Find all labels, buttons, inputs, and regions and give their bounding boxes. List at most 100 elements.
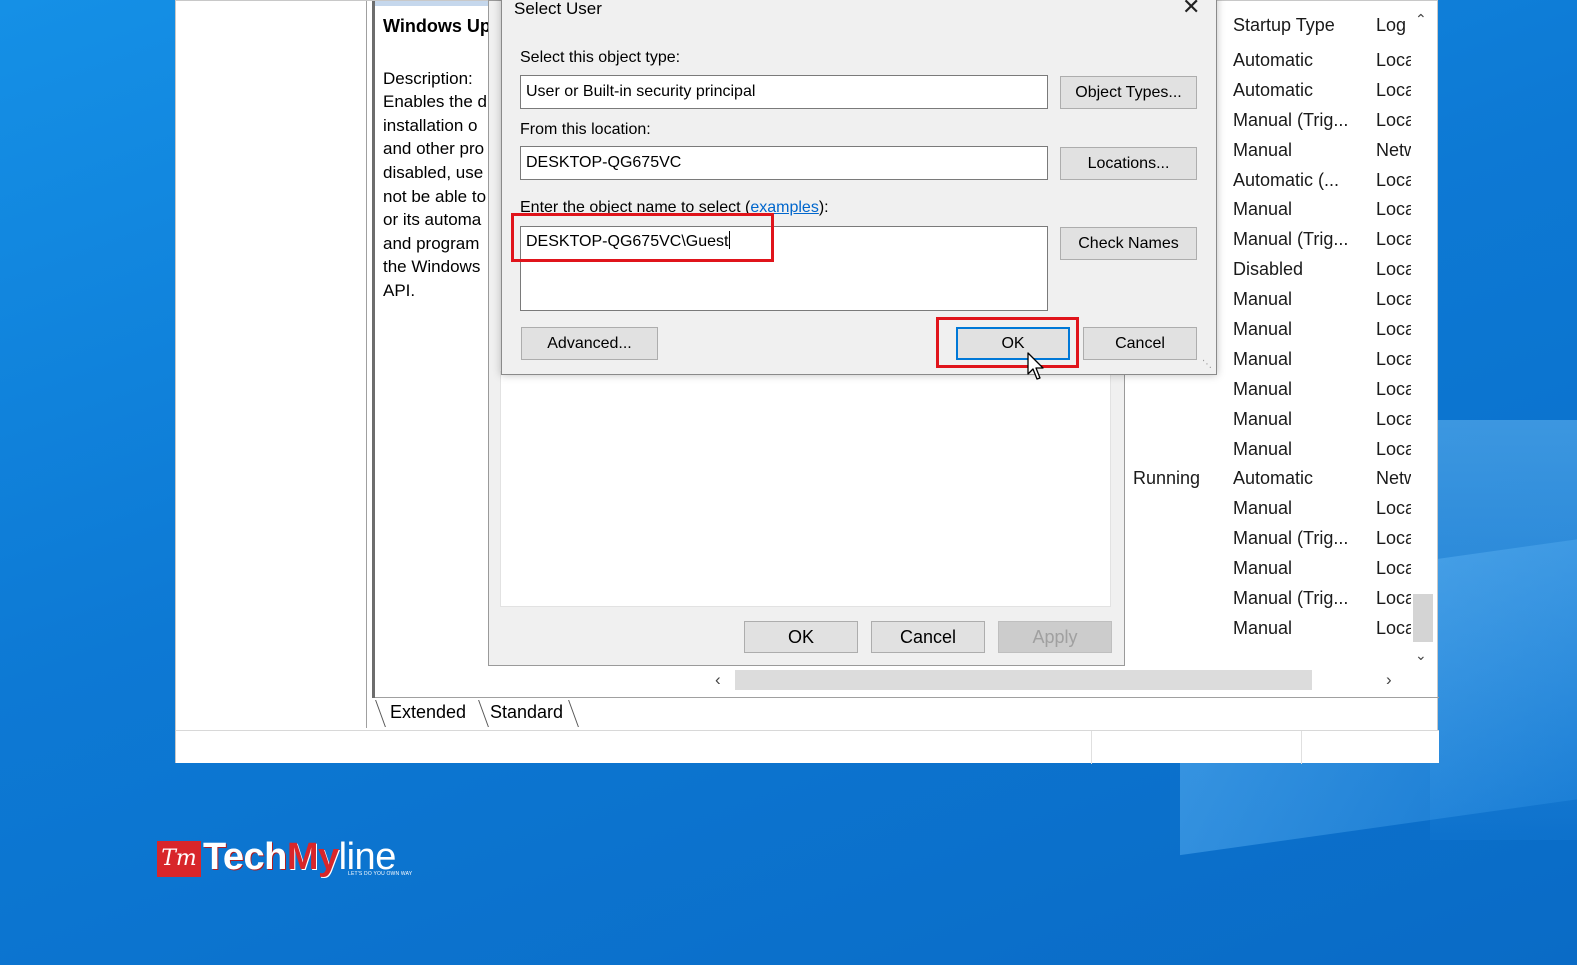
location-field: DESKTOP-QG675VC xyxy=(520,146,1048,180)
startup-type-cell: Manual xyxy=(1233,139,1293,160)
properties-content-area xyxy=(500,371,1111,607)
startup-type-cell: Automatic (... xyxy=(1233,169,1340,190)
log-on-as-column: Loca Loca Loca Netw Loca Loca Loca Loca Loca Loca… xyxy=(1376,48,1411,646)
scroll-down-arrow-icon[interactable]: ⌄ xyxy=(1415,647,1427,664)
log-on-as-cell: Loca xyxy=(1376,558,1411,579)
highlight-box-object-name xyxy=(511,213,774,262)
console-tree-pane[interactable] xyxy=(176,1,367,728)
description-line: not be able to xyxy=(383,186,487,206)
object-type-field: User or Built-in security principal xyxy=(520,75,1048,109)
locations-button[interactable]: Locations... xyxy=(1060,147,1197,180)
resize-grip-icon[interactable]: ⋱ xyxy=(1202,359,1212,370)
description-line: Enables the d xyxy=(383,92,487,112)
startup-type-cell: Manual xyxy=(1233,348,1293,369)
log-on-as-cell: Loca xyxy=(1376,498,1411,519)
close-icon[interactable]: ✕ xyxy=(1182,0,1200,19)
description-line: or its automa xyxy=(383,210,482,230)
startup-type-cell: Manual (Trig... xyxy=(1233,588,1349,609)
service-name-heading: Windows Up xyxy=(383,16,491,36)
cancel-button[interactable]: Cancel xyxy=(1083,327,1197,360)
object-type-label: Select this object type: xyxy=(520,49,681,66)
description-line: API. xyxy=(383,280,416,300)
horizontal-scroll-thumb[interactable] xyxy=(735,670,1312,690)
highlight-box-ok xyxy=(936,317,1079,368)
tab-separator xyxy=(375,700,386,727)
tab-separator xyxy=(568,700,579,727)
brand-tagline: LET'S DO YOU OWN WAY xyxy=(348,871,413,877)
log-on-as-cell: Loca xyxy=(1376,229,1411,250)
description-line: disabled, use xyxy=(383,162,484,182)
startup-type-cell: Manual xyxy=(1233,438,1293,459)
scroll-left-arrow-icon[interactable]: ‹ xyxy=(715,670,721,690)
column-header-log-on-as[interactable]: Log xyxy=(1376,15,1406,36)
log-on-as-cell: Loca xyxy=(1376,528,1411,549)
log-on-as-cell: Loca xyxy=(1376,378,1411,399)
status-bar xyxy=(176,730,1439,764)
properties-apply-button[interactable]: Apply xyxy=(998,621,1112,653)
log-on-as-cell: Loca xyxy=(1376,259,1411,280)
scroll-up-arrow-icon[interactable]: ⌃ xyxy=(1415,11,1427,28)
log-on-as-cell: Loca xyxy=(1376,289,1411,310)
log-on-as-cell: Loca xyxy=(1376,50,1411,70)
startup-type-cell: Manual (Trig... xyxy=(1233,109,1349,130)
startup-type-cell: Automatic xyxy=(1233,468,1314,489)
description-line: the Windows xyxy=(383,257,481,277)
brand-mark: Tm xyxy=(157,841,201,877)
startup-type-cell: Disabled xyxy=(1233,259,1304,280)
log-on-as-cell: Netw xyxy=(1376,139,1411,160)
startup-type-cell: Manual xyxy=(1233,199,1293,220)
startup-type-column: Automatic Automatic Manual (Trig... Manual A… xyxy=(1233,48,1348,646)
startup-type-cell: Manual (Trig... xyxy=(1233,528,1349,549)
horizontal-scrollbar[interactable]: ‹ › xyxy=(711,668,1411,692)
service-description-panel: Windows Up Description: Enables the d in… xyxy=(383,15,503,315)
startup-type-cell: Manual xyxy=(1233,558,1293,579)
status-bar-divider xyxy=(1091,731,1092,764)
properties-ok-button[interactable]: OK xyxy=(744,621,858,653)
startup-type-cell: Manual xyxy=(1233,378,1293,399)
vertical-scroll-thumb[interactable] xyxy=(1413,594,1433,642)
startup-type-cell: Manual xyxy=(1233,617,1293,638)
description-line: Description: xyxy=(383,68,473,88)
log-on-as-cell: Loca xyxy=(1376,319,1411,340)
startup-type-cell: Manual (Trig... xyxy=(1233,229,1349,250)
techmyline-logo: Tm TechMyline LET'S DO YOU OWN WAY xyxy=(157,836,413,880)
properties-cancel-button[interactable]: Cancel xyxy=(871,621,985,653)
startup-type-cell: Manual xyxy=(1233,289,1293,310)
check-names-button[interactable]: Check Names xyxy=(1060,227,1197,260)
log-on-as-cell: Loca xyxy=(1376,199,1411,220)
mouse-cursor-icon xyxy=(1027,352,1044,380)
column-header-startup-type[interactable]: Startup Type xyxy=(1233,15,1335,36)
location-label: From this location: xyxy=(520,121,651,138)
view-tabs: Extended Standard xyxy=(375,697,1439,728)
startup-type-cell: Manual xyxy=(1233,498,1293,519)
startup-type-cell: Manual xyxy=(1233,319,1293,340)
description-line: and other pro xyxy=(383,139,485,159)
log-on-as-cell: Loca xyxy=(1376,348,1411,369)
description-line: installation o xyxy=(383,115,478,135)
tab-extended[interactable]: Extended xyxy=(390,702,466,723)
brand-word-my: My xyxy=(286,836,339,878)
startup-type-cell: Automatic xyxy=(1233,79,1314,100)
tab-separator xyxy=(478,700,489,727)
startup-type-cell: Manual xyxy=(1233,408,1293,429)
log-on-as-cell: Loca xyxy=(1376,79,1411,100)
startup-type-cell: Automatic xyxy=(1233,50,1314,70)
object-name-label-suffix: ): xyxy=(818,199,829,216)
log-on-as-cell: Loca xyxy=(1376,169,1411,190)
object-types-button[interactable]: Object Types... xyxy=(1060,76,1197,109)
advanced-button[interactable]: Advanced... xyxy=(521,327,658,360)
service-status-running: Running xyxy=(1133,468,1201,488)
selected-row-accent xyxy=(375,1,495,6)
wallpaper-light-beam xyxy=(1430,420,1577,840)
pane-splitter[interactable] xyxy=(372,1,375,698)
log-on-as-cell: Loca xyxy=(1376,617,1411,638)
select-user-dialog: Select User ✕ Select this object type: U… xyxy=(501,0,1217,375)
vertical-scrollbar[interactable]: ⌃ ⌄ xyxy=(1413,9,1433,669)
log-on-as-cell: Loca xyxy=(1376,109,1411,130)
log-on-as-cell: Netw xyxy=(1376,468,1411,489)
description-line: and program xyxy=(383,233,480,253)
log-on-as-cell: Loca xyxy=(1376,408,1411,429)
tab-standard[interactable]: Standard xyxy=(490,702,563,723)
scroll-right-arrow-icon[interactable]: › xyxy=(1386,670,1392,690)
brand-word-tech: Tech xyxy=(203,836,287,878)
